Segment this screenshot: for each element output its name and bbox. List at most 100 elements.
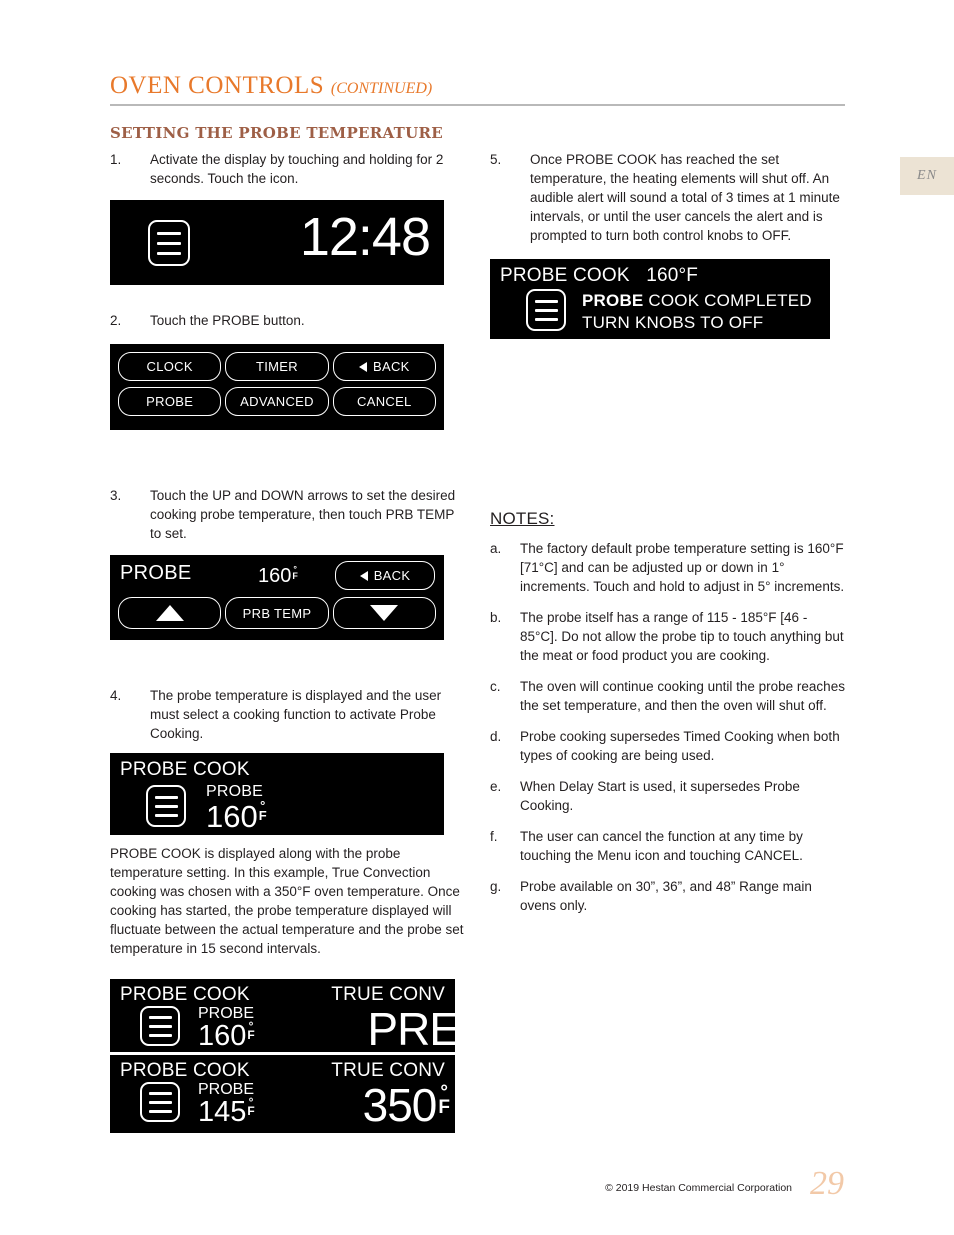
completed-line-1: PROBE COOK COMPLETED [582, 291, 812, 311]
probe-set-prb-temp-button[interactable]: PRB TEMP [225, 597, 329, 629]
running-probe-temperature: 145 ° F [198, 1096, 255, 1129]
preheat-temp-value: 160 [198, 1020, 247, 1052]
note-g-label: g. [490, 879, 502, 894]
probe-set-temp-value-group: 160 ° F [258, 564, 298, 588]
page-title-continued: (CONTINUED) [330, 80, 433, 97]
preheat-temp-group: 160 ° F [198, 1020, 255, 1052]
menu-icon-bar [157, 241, 181, 245]
note-c-label: c. [490, 679, 501, 694]
keypad-button-timer[interactable]: TIMER [225, 352, 329, 381]
unit-letter: F [438, 1096, 450, 1118]
keypad-button-probe-label: PROBE [146, 394, 194, 409]
keypad-button-back-label: BACK [373, 359, 410, 374]
completed-line-1-bold: PROBE [582, 291, 644, 310]
step-3: 3. Touch the UP and DOWN arrows to set t… [110, 486, 465, 543]
manual-page: OVEN CONTROLS (CONTINUED) SETTING THE PR… [0, 0, 954, 1235]
probe-set-row-top: PROBE 160 ° F BACK [110, 555, 444, 597]
keypad-button-clock-label: CLOCK [146, 359, 193, 374]
language-tab-en[interactable]: EN [900, 157, 954, 195]
running-temp-value: 145 [198, 1096, 247, 1128]
note-b-label: b. [490, 610, 502, 625]
note-a-label: a. [490, 541, 502, 556]
note-d: d. Probe cooking supersedes Timed Cookin… [490, 727, 845, 765]
running-temp-group: 145 ° F [198, 1096, 255, 1129]
running-left-title: PROBE COOK [120, 1060, 250, 1081]
probe-set-back-button[interactable]: BACK [335, 561, 435, 590]
note-c-text: The oven will continue cooking until the… [520, 679, 845, 713]
completed-line-1-rest: COOK COMPLETED [643, 291, 812, 310]
page-number: 29 [810, 1165, 844, 1202]
left-column: 1. Activate the display by touching and … [110, 150, 465, 1133]
display-clock: 12:48 [110, 200, 444, 285]
step-3-text: Touch the UP and DOWN arrows to set the … [150, 488, 456, 541]
display-probe-cook-running: PROBE COOK TRUE CONV PROBE 145 ° F 350 °… [110, 1055, 455, 1133]
page-footer: © 2019 Hestan Commercial Corporation 29 [605, 1167, 844, 1201]
probe-cook-description: PROBE COOK is displayed along with the p… [110, 846, 464, 956]
running-oven-temp-group: 350 ° F [363, 1082, 450, 1128]
keypad-button-advanced[interactable]: ADVANCED [225, 387, 329, 416]
keypad-button-cancel[interactable]: CANCEL [332, 387, 436, 416]
note-g: g. Probe available on 30”, 36”, and 48” … [490, 877, 845, 915]
unit-letter: F [292, 571, 298, 582]
menu-icon-bar [534, 308, 558, 312]
note-b: b. The probe itself has a range of 115 -… [490, 608, 845, 665]
preheat-temp-unit: ° F [247, 1020, 255, 1043]
step-1-text: Activate the display by touching and hol… [150, 152, 444, 186]
menu-icon[interactable] [526, 289, 566, 331]
completed-header: PROBE COOK 160°F [500, 265, 698, 287]
menu-icon-bar [148, 1033, 172, 1037]
note-d-text: Probe cooking supersedes Timed Cooking w… [520, 729, 840, 763]
keypad-button-timer-label: TIMER [256, 359, 298, 374]
keypad-grid: CLOCK TIMER BACK PROBE ADVANCED CANCEL [110, 352, 444, 416]
probe-set-temp-unit: ° F [292, 564, 298, 582]
keypad-button-back[interactable]: BACK [332, 352, 436, 381]
section-subheading: SETTING THE PROBE TEMPERATURE [110, 124, 443, 142]
keypad-button-clock[interactable]: CLOCK [118, 352, 222, 381]
menu-icon-bar [534, 317, 558, 321]
unit-letter: F [247, 1028, 255, 1043]
display-keypad: CLOCK TIMER BACK PROBE ADVANCED CANCEL [110, 344, 444, 430]
language-tab-label: EN [917, 168, 937, 183]
step-3-number: 3. [110, 488, 122, 503]
running-oven-temperature: 350 ° F [363, 1082, 450, 1128]
note-g-text: Probe available on 30”, 36”, and 48” Ran… [520, 879, 812, 913]
note-f-label: f. [490, 829, 498, 844]
completed-header-label: PROBE COOK [500, 265, 630, 286]
menu-icon-bar [534, 299, 558, 303]
back-arrow-icon [359, 361, 368, 372]
notes-section: NOTES: a. The factory default probe temp… [490, 509, 845, 915]
menu-icon[interactable] [146, 785, 186, 827]
step-1-number: 1. [110, 152, 122, 167]
keypad-button-probe[interactable]: PROBE [118, 387, 222, 416]
page-header: OVEN CONTROLS (CONTINUED) [110, 72, 845, 106]
step-2-text: Touch the PROBE button. [150, 313, 305, 328]
step-4: 4. The probe temperature is displayed an… [110, 686, 465, 743]
unit-letter: F [247, 1104, 255, 1119]
menu-icon[interactable] [148, 220, 190, 266]
menu-icon[interactable] [140, 1006, 180, 1046]
completed-header-temperature: 160°F [646, 265, 699, 286]
probe-set-up-button[interactable] [118, 597, 222, 629]
probe-set-label: PROBE [120, 562, 192, 584]
notes-title: NOTES: [490, 509, 555, 528]
step-5-number: 5. [490, 152, 502, 167]
menu-icon-bar [148, 1109, 172, 1113]
menu-icon-bar [157, 231, 181, 235]
note-d-label: d. [490, 729, 502, 744]
menu-icon[interactable] [140, 1082, 180, 1122]
page-title: OVEN CONTROLS (CONTINUED) [110, 72, 845, 100]
menu-icon-bar [154, 804, 178, 808]
menu-icon-bar [148, 1091, 172, 1095]
probe-set-down-button[interactable] [332, 597, 436, 629]
note-e-label: e. [490, 779, 502, 794]
probe-set-prb-temp-label: PRB TEMP [242, 605, 312, 621]
note-e: e. When Delay Start is used, it supersed… [490, 777, 845, 815]
display-probe-cook: PROBE COOK PROBE 160 ° F [110, 753, 444, 835]
probe-set-back-label: BACK [373, 568, 411, 583]
step-2: 2. Touch the PROBE button. [110, 311, 465, 330]
running-oven-temp-unit: ° F [438, 1083, 450, 1118]
unit-letter: F [258, 808, 267, 824]
display-probe-set: PROBE 160 ° F BACK PRB TEMP [110, 555, 444, 640]
probe-cook-temp-unit: ° F [258, 799, 267, 824]
keypad-button-cancel-label: CANCEL [357, 394, 412, 409]
